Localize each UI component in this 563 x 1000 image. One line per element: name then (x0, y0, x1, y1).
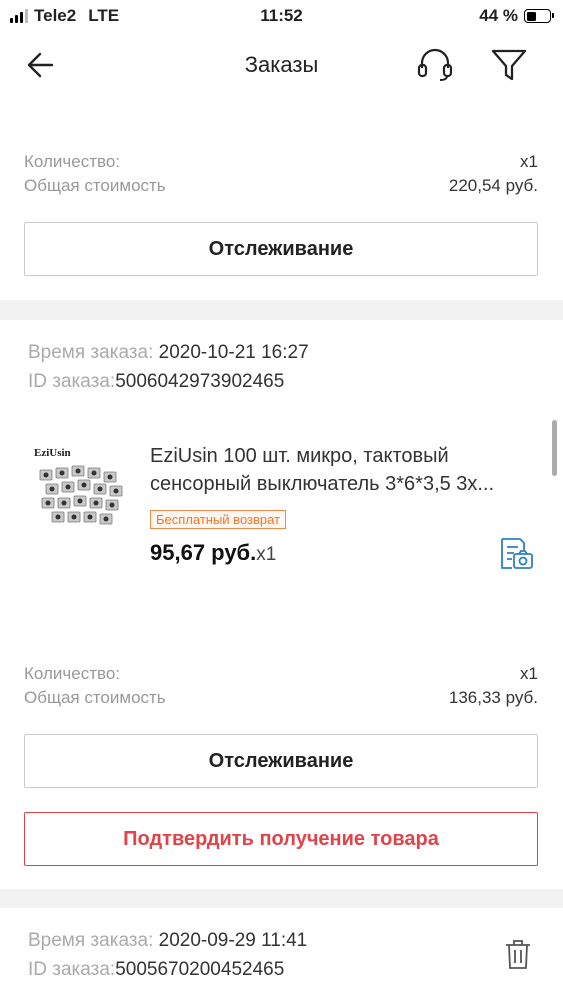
quantity-value: x1 (520, 664, 538, 683)
order-time-label: Время заказа: (28, 930, 154, 951)
order-id: ID заказа:5005670200452465 (28, 959, 284, 981)
total-value: 136,33 руб. (448, 688, 538, 707)
tracking-button[interactable]: Отслеживание (24, 734, 538, 788)
order-time: Время заказа: 2020-09-29 11:41 (28, 930, 307, 952)
scrollbar[interactable] (552, 420, 557, 476)
quantity-value: x1 (520, 152, 538, 171)
total-value: 220,54 руб. (448, 176, 538, 195)
confirm-receipt-button[interactable]: Подтвердить получение товара (24, 812, 538, 866)
status-right: 44 % (479, 6, 554, 26)
total-row: Общая стоимость 136,33 руб. (24, 688, 538, 708)
quantity-row: Количество: x1 (24, 152, 538, 172)
headset-icon[interactable] (414, 48, 456, 82)
quantity-row: Количество: x1 (24, 664, 538, 684)
quantity-label: Количество: (24, 152, 121, 171)
quantity-label: Количество: (24, 664, 121, 683)
nav-bar: Заказы (0, 34, 563, 96)
order-id-label: ID заказа: (28, 371, 116, 392)
total-label: Общая стоимость (24, 688, 166, 707)
product-title[interactable]: EziUsin 100 шт. микро, тактовый сенсорны… (150, 442, 550, 498)
order-card: Время заказа: 2020-09-29 11:41 ID заказа… (0, 908, 563, 1000)
filter-icon[interactable] (488, 46, 530, 84)
order-time-label: Время заказа: (28, 342, 154, 363)
page-title: Заказы (244, 52, 319, 77)
order-id: ID заказа:5006042973902465 (28, 371, 284, 393)
order-time-value: 2020-10-21 16:27 (158, 342, 309, 363)
tracking-button[interactable]: Отслеживание (24, 222, 538, 276)
battery-percent: 44 % (479, 6, 518, 25)
photo-review-icon[interactable] (498, 536, 536, 572)
product-price: 95,67 руб.x1 (150, 540, 276, 566)
trash-icon[interactable] (504, 938, 532, 970)
order-id-value: 5005670200452465 (115, 959, 285, 980)
battery-icon (524, 9, 554, 23)
status-bar: Tele2 LTE 11:52 44 % (0, 0, 563, 34)
order-time-value: 2020-09-29 11:41 (158, 930, 308, 951)
free-return-badge: Бесплатный возврат (150, 510, 287, 529)
total-label: Общая стоимость (24, 176, 166, 195)
order-card: Время заказа: 2020-10-21 16:27 ID заказа… (0, 320, 563, 889)
product-price-value: 95,67 руб. (150, 540, 257, 565)
order-id-label: ID заказа: (28, 959, 116, 980)
total-row: Общая стоимость 220,54 руб. (24, 176, 538, 196)
order-time: Время заказа: 2020-10-21 16:27 (28, 342, 309, 364)
product-qty: x1 (256, 544, 277, 565)
product-image[interactable]: EziUsin (26, 440, 130, 544)
product-image-brand: EziUsin (34, 447, 71, 459)
order-id-value: 5006042973902465 (115, 371, 285, 392)
order-card: Количество: x1 Общая стоимость 220,54 ру… (0, 96, 563, 300)
